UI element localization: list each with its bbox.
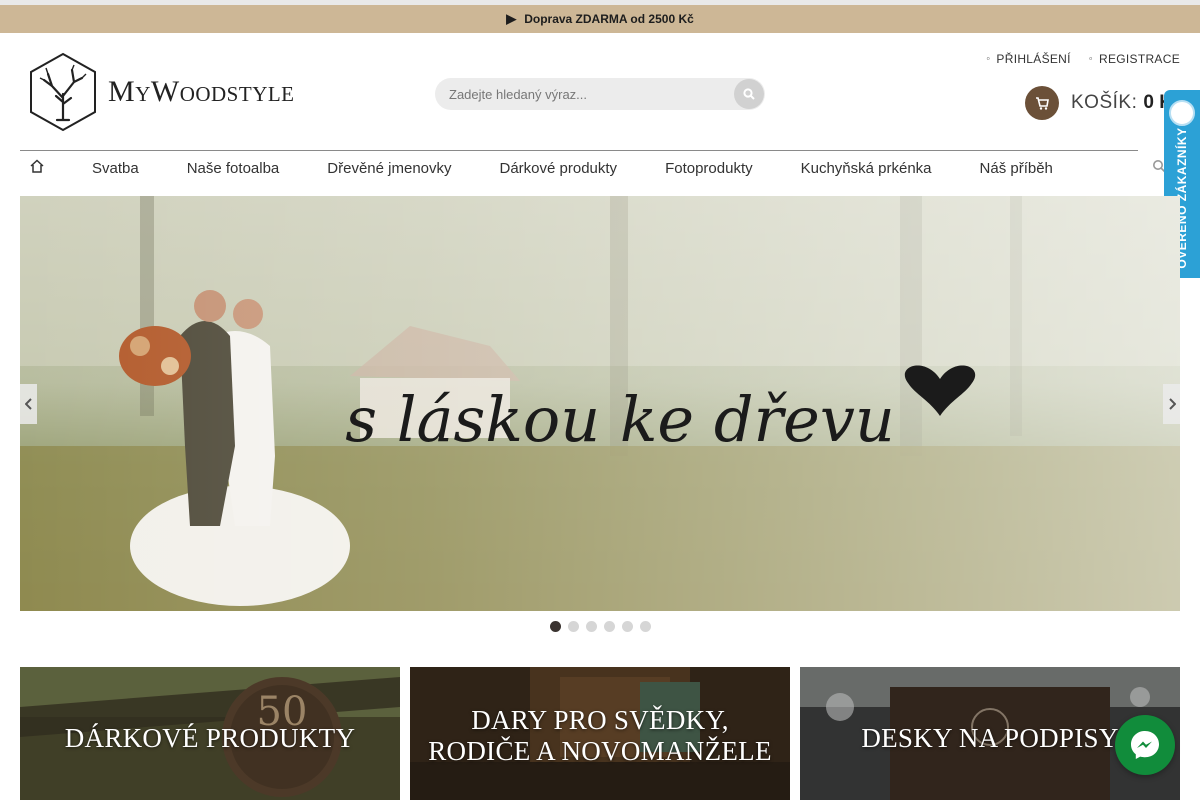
nav-item-fotoprodukty[interactable]: Fotoprodukty xyxy=(665,160,753,177)
main-nav: Svatba Naše fotoalba Dřevěné jmenovky Dá… xyxy=(20,151,1180,185)
category-tile-dary[interactable]: DARY PRO SVĚDKY, RODIČE A NOVOMANŽELE xyxy=(410,667,790,800)
category-tiles: 50 DÁRKOVÉ PRODUKTY DARY PRO SVĚDKY, RODI… xyxy=(20,667,1180,800)
account-links: ◦ PŘIHLÁŠENÍ ◦ REGISTRACE xyxy=(986,52,1180,66)
search-icon xyxy=(743,88,755,100)
search-button[interactable] xyxy=(734,79,764,109)
slider-dot-6[interactable] xyxy=(640,621,651,632)
nav-item-svatba[interactable]: Svatba xyxy=(92,160,139,177)
nav-item-fotoalba[interactable]: Naše fotoalba xyxy=(187,160,280,177)
logo-text: MYWOODSTYLE xyxy=(108,75,295,108)
slider-dot-3[interactable] xyxy=(586,621,597,632)
category-tile-darkove[interactable]: 50 DÁRKOVÉ PRODUKTY xyxy=(20,667,400,800)
login-label: PŘIHLÁŠENÍ xyxy=(996,52,1071,66)
login-link[interactable]: ◦ PŘIHLÁŠENÍ xyxy=(986,52,1071,66)
user-icon: ◦ xyxy=(986,53,991,65)
search-input[interactable] xyxy=(449,78,729,110)
slider-dot-1[interactable] xyxy=(550,621,561,632)
search-box xyxy=(435,78,765,110)
truck-icon: ▶ xyxy=(506,11,517,26)
messenger-button[interactable] xyxy=(1115,715,1175,775)
hero-slider: s láskou ke dřevu xyxy=(20,196,1180,611)
verified-seal-icon xyxy=(1169,100,1195,126)
chevron-left-icon xyxy=(24,398,32,410)
slider-dots xyxy=(550,621,651,632)
register-label: REGISTRACE xyxy=(1098,52,1180,66)
slider-dot-4[interactable] xyxy=(604,621,615,632)
home-icon[interactable] xyxy=(20,159,54,177)
hero-image: s láskou ke dřevu xyxy=(20,196,1180,611)
site-logo[interactable]: MYWOODSTYLE xyxy=(28,52,295,132)
slider-dot-2[interactable] xyxy=(568,621,579,632)
messenger-icon xyxy=(1131,731,1159,759)
register-icon: ◦ xyxy=(1088,53,1093,65)
category-title: DÁRKOVÉ PRODUKTY xyxy=(64,723,356,753)
register-link[interactable]: ◦ REGISTRACE xyxy=(1089,52,1180,66)
hero-next-button[interactable] xyxy=(1163,384,1180,424)
tree-logo-icon xyxy=(30,52,96,132)
promo-bar: ▶ Doprava ZDARMA od 2500 Kč xyxy=(0,5,1200,33)
nav-item-pribeh[interactable]: Náš příběh xyxy=(980,160,1053,177)
nav-item-prkenka[interactable]: Kuchyňská prkénka xyxy=(801,160,932,177)
hero-tagline: s láskou ke dřevu xyxy=(345,383,895,456)
nav-item-darkove[interactable]: Dárkové produkty xyxy=(500,160,618,177)
cart-widget[interactable]: KOŠÍK: 0 K xyxy=(1025,86,1173,120)
slider-dot-5[interactable] xyxy=(622,621,633,632)
promo-text: Doprava ZDARMA od 2500 Kč xyxy=(524,12,694,26)
nav-item-jmenovky[interactable]: Dřevěné jmenovky xyxy=(327,160,451,177)
hero-prev-button[interactable] xyxy=(20,384,37,424)
cart-label: KOŠÍK: xyxy=(1071,92,1138,113)
cart-icon xyxy=(1025,86,1059,120)
chevron-right-icon xyxy=(1168,398,1176,410)
category-title: DARY PRO SVĚDKY, RODIČE A NOVOMANŽELE xyxy=(428,705,772,767)
